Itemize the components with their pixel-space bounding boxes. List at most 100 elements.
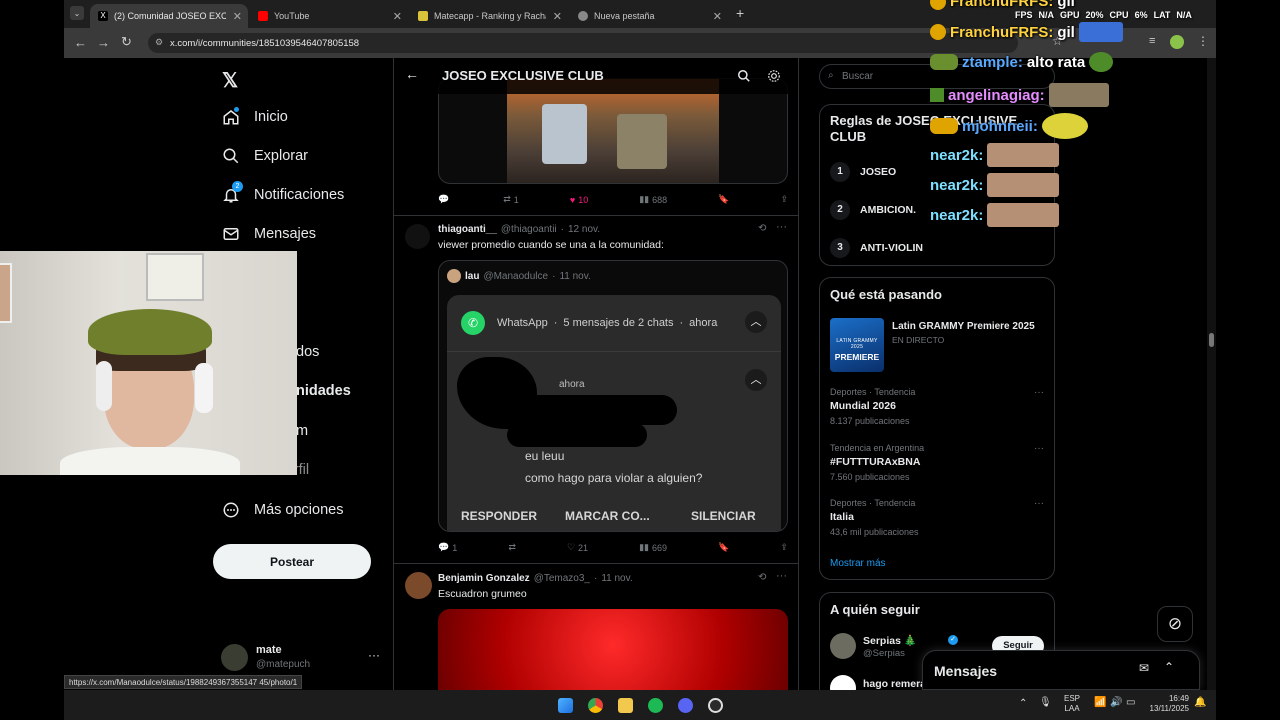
post-text: Escuadron grumeo (438, 588, 527, 600)
new-message-icon[interactable]: ✉ (1139, 661, 1149, 675)
rule-item[interactable]: 3 ANTI-VIOLIN (830, 238, 923, 258)
post-meta: thiagoanti__ @thiagoantii · 12 nov. (438, 224, 601, 235)
chrome-icon[interactable] (588, 698, 603, 713)
expand-drawer-icon[interactable]: ⌃ (1164, 660, 1174, 674)
tab-matecapp[interactable]: Matecapp - Ranking y Racha de ✕ (410, 4, 568, 28)
sidebar-item-explorar[interactable]: Explorar (222, 147, 308, 165)
perf-label: CPU (1109, 10, 1129, 20)
grammy-image-title: PREMIERE (834, 352, 880, 362)
profile-avatar-icon[interactable] (1170, 35, 1184, 49)
grok-fab[interactable]: ⊘ (1157, 606, 1193, 642)
sidebar-item-premium[interactable]: m (296, 423, 308, 439)
trend-item[interactable]: Deportes · Tendencia Italia 43,6 mil pub… (830, 498, 1044, 537)
x-logo-icon[interactable]: 𝕏 (222, 68, 238, 93)
forward-icon[interactable]: → (97, 35, 110, 50)
sidebar-item-comunidades[interactable]: nidades (296, 383, 351, 399)
notification-icon[interactable]: 🔔 (1194, 697, 1206, 708)
trend-item[interactable]: Deportes · Tendencia Mundial 2026 8.137 … (830, 387, 1044, 426)
account-more-icon[interactable]: ··· (368, 648, 380, 662)
tab-list-chevron-icon[interactable]: ⌄ (70, 6, 84, 20)
trend-more-icon[interactable]: ··· (1034, 443, 1044, 454)
trend-item[interactable]: Tendencia en Argentina #FUTTTURAxBNA 7.5… (830, 443, 1044, 482)
discord-icon[interactable] (678, 698, 693, 713)
close-tab-icon[interactable]: ✕ (393, 10, 402, 23)
trend-more-icon[interactable]: ··· (1034, 498, 1044, 509)
share-icon[interactable]: ⇪ (780, 194, 788, 205)
post-thiagoanti[interactable]: thiagoanti__ @thiagoantii · 12 nov. ⟲ ··… (394, 216, 798, 562)
post-benjamin[interactable]: Benjamin Gonzalez @Temazo3_ · 11 nov. ⟲ … (394, 564, 798, 690)
show-more-link[interactable]: Mostrar más (830, 558, 886, 569)
wifi-icon[interactable]: 📶 (1094, 697, 1106, 708)
sidebar-item-notificaciones[interactable]: Notificaciones 2 (222, 181, 344, 204)
sidebar-item-mensajes[interactable]: Mensajes (222, 225, 316, 243)
close-tab-icon[interactable]: ✕ (233, 10, 242, 23)
views-icon[interactable]: ▮▮ 688 (639, 194, 667, 205)
volume-icon[interactable]: 🔊 (1110, 697, 1122, 708)
settings-gear-icon[interactable] (767, 69, 781, 83)
quoted-post[interactable]: lau @Manaodulce · 11 nov. ✆ WhatsApp · 5 … (438, 260, 788, 532)
repost-icon[interactable]: ⇄ 1 (503, 194, 519, 205)
close-tab-icon[interactable]: ✕ (553, 10, 562, 23)
post-button[interactable]: Postear (213, 544, 371, 579)
sidebar-item-inicio[interactable]: Inicio (222, 107, 288, 126)
trend-name: Mundial 2026 (830, 400, 896, 412)
battery-icon[interactable]: ▭ (1126, 697, 1135, 708)
back-icon[interactable]: ← (74, 35, 87, 50)
menu-dots-icon[interactable]: ⋮ (1197, 34, 1209, 48)
spotify-icon[interactable] (648, 698, 663, 713)
author-name: Benjamin Gonzalez (438, 573, 530, 584)
site-info-icon[interactable]: ⚙ (155, 37, 163, 48)
post-more-icon[interactable]: ··· (776, 570, 787, 582)
grok-icon[interactable]: ⟲ (758, 223, 766, 234)
back-arrow-icon[interactable]: ← (405, 66, 419, 82)
wa-action-silenciar: SILENCIAR (691, 509, 756, 523)
follow-title: A quién seguir (830, 602, 920, 617)
rule-item[interactable]: 2 AMBICION. (830, 200, 916, 220)
reply-icon[interactable]: 💬 1 (438, 542, 457, 553)
author-handle: @Temazo3_ (533, 573, 590, 584)
reload-icon[interactable]: ↻ (121, 34, 132, 50)
bookmark-icon[interactable]: 🔖 (718, 542, 729, 553)
chat-message: angelinagiag: (930, 83, 1109, 107)
post-more-icon[interactable]: ··· (776, 221, 787, 233)
rule-item[interactable]: 1 JOSEO (830, 162, 896, 182)
media-icon[interactable]: ≡ (1149, 35, 1155, 47)
header-search-icon[interactable] (737, 69, 751, 83)
messages-drawer[interactable]: Mensajes ✉ ⌃ (922, 650, 1200, 690)
featured-trend[interactable]: LATIN GRAMMY 2025 PREMIERE Latin GRAMMY … (830, 318, 1044, 372)
account-switcher[interactable]: mate @matepuch ··· (221, 642, 381, 674)
trend-more-icon[interactable]: ··· (1034, 387, 1044, 398)
like-icon[interactable]: ♡ 21 (567, 542, 588, 553)
avatar (830, 633, 856, 659)
repost-icon[interactable]: ⇄ (508, 542, 516, 553)
obs-icon[interactable] (708, 698, 723, 713)
clock[interactable]: 16:49 13/11/2025 (1139, 694, 1189, 714)
url-field[interactable]: ⚙ x.com/i/communities/185103954640780515… (148, 33, 1018, 53)
post-image[interactable] (438, 609, 788, 690)
tray-chevron-icon[interactable]: ⌃ (1019, 698, 1027, 709)
bookmark-icon[interactable]: 🔖 (718, 194, 729, 205)
reply-icon[interactable]: 💬 (438, 194, 452, 205)
tab-youtube[interactable]: YouTube ✕ (250, 4, 408, 28)
page-scrollbar[interactable] (1207, 58, 1216, 690)
sidebar-item-mas-opciones[interactable]: Más opciones (222, 501, 343, 519)
folder-icon[interactable] (618, 698, 633, 713)
sidebar-item-guardados[interactable]: dos (296, 344, 319, 360)
close-tab-icon[interactable]: ✕ (713, 10, 722, 23)
scrollbar-thumb[interactable] (1209, 333, 1214, 347)
mic-icon[interactable]: 🎙 (1039, 697, 1052, 708)
windows-start-icon[interactable] (558, 698, 573, 713)
tab-joseo[interactable]: X (2) Comunidad JOSEO EXCLUSI ✕ (90, 4, 248, 28)
like-icon[interactable]: ♥ 10 (570, 194, 588, 205)
quote-handle: @Manaodulce (483, 270, 549, 282)
trend-meta: Tendencia en Argentina (830, 443, 925, 453)
trend-name: Italia (830, 511, 854, 523)
account-name: mate (256, 644, 282, 656)
new-tab-button[interactable]: + (736, 5, 744, 21)
views-icon[interactable]: ▮▮ 669 (639, 542, 667, 553)
grok-icon[interactable]: ⟲ (758, 572, 766, 583)
share-icon[interactable]: ⇪ (780, 542, 788, 553)
language-indicator[interactable]: ESP LAA (1064, 694, 1080, 714)
perf-label: GPU (1060, 10, 1080, 20)
tab-new[interactable]: Nueva pestaña ✕ (570, 4, 728, 28)
